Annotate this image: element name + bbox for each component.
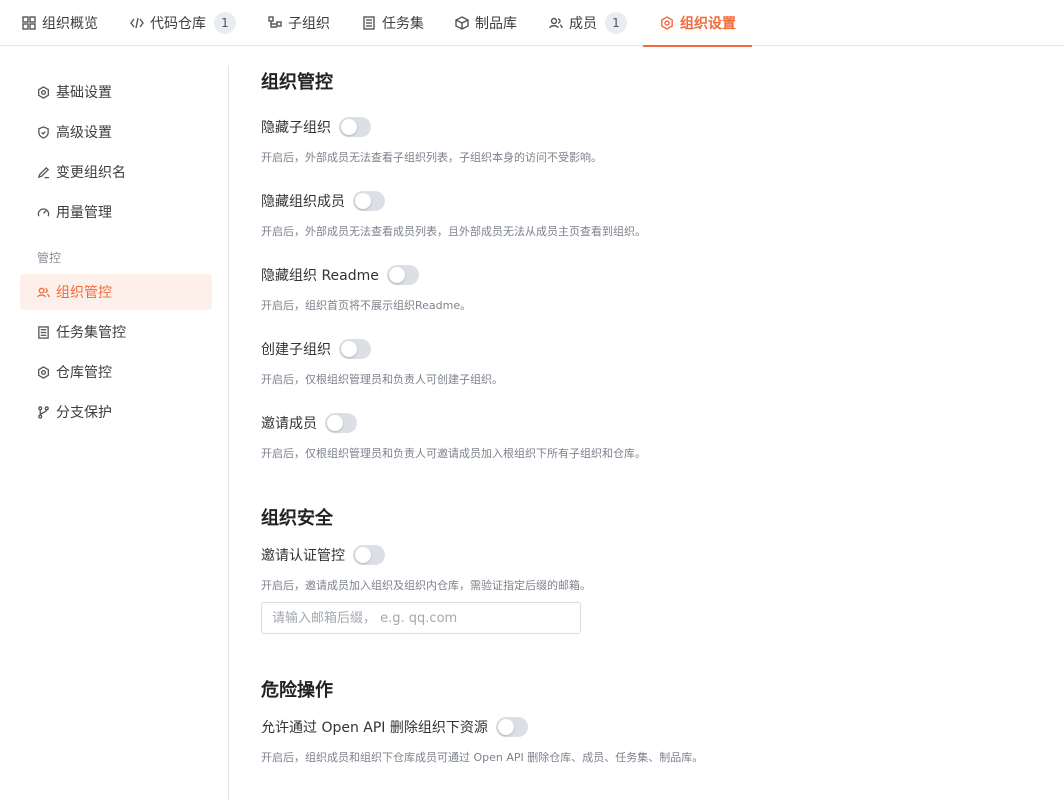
settings-icon: [38, 85, 49, 99]
sidebar-item-label: 分支保护: [56, 405, 112, 421]
settings-content: 组织管控 隐藏子组织 开启后，外部成员无法查看子组织列表，子组织本身的访问不受影…: [261, 0, 1041, 800]
section-title-org-control: 组织管控: [261, 72, 333, 93]
branch-icon: [38, 405, 49, 419]
repo-count-badge: 1: [214, 12, 236, 34]
allow-api-delete-toggle[interactable]: [495, 717, 528, 737]
setting-label-text: 隐藏组织成员: [261, 194, 345, 210]
sidebar-item-label: 仓库管控: [56, 365, 112, 381]
setting-allow-api-delete: 允许通过 Open API 删除组织下资源: [261, 716, 528, 738]
sidebar-item-label: 变更组织名: [56, 165, 126, 181]
setting-label-text: 邀请认证管控: [261, 548, 345, 564]
shield-icon: [38, 125, 49, 139]
sidebar-item-branch-protection[interactable]: 分支保护: [20, 394, 212, 430]
setting-hide-org-readme: 隐藏组织 Readme: [261, 264, 419, 286]
section-title-danger-zone: 危险操作: [261, 680, 333, 701]
setting-description: 开启后，外部成员无法查看成员列表，且外部成员无法从成员主页查看到组织。: [261, 225, 646, 238]
setting-hide-sub-orgs: 隐藏子组织: [261, 116, 371, 138]
code-icon: [130, 17, 144, 29]
setting-description: 开启后，组织成员和组织下仓库成员可通过 Open API 删除仓库、成员、任务集…: [261, 751, 704, 764]
sidebar-item-label: 任务集管控: [56, 325, 126, 341]
setting-description: 开启后，仅根组织管理员和负责人可邀请成员加入根组织下所有子组织和仓库。: [261, 447, 646, 460]
tab-label: 代码仓库: [150, 16, 206, 32]
setting-description: 开启后，组织首页将不展示组织Readme。: [261, 299, 472, 312]
setting-label-text: 允许通过 Open API 删除组织下资源: [261, 720, 488, 736]
sidebar-group-label: 管控: [37, 251, 62, 265]
setting-create-sub-org: 创建子组织: [261, 338, 371, 360]
setting-label-text: 邀请成员: [261, 416, 317, 432]
sidebar-item-task-set-control[interactable]: 任务集管控: [20, 314, 212, 350]
content-divider: [228, 66, 229, 800]
section-title-org-security: 组织安全: [261, 508, 333, 529]
sidebar-item-label: 用量管理: [56, 205, 112, 221]
create-sub-org-toggle[interactable]: [339, 339, 371, 359]
sidebar-item-rename-org[interactable]: 变更组织名: [20, 154, 212, 190]
sidebar-item-repo-control[interactable]: 仓库管控: [20, 354, 212, 390]
hide-org-readme-toggle[interactable]: [386, 265, 419, 285]
setting-description: 开启后，外部成员无法查看子组织列表，子组织本身的访问不受影响。: [261, 151, 602, 164]
setting-hide-org-members: 隐藏组织成员: [261, 190, 385, 212]
sidebar-item-label: 高级设置: [56, 125, 112, 141]
setting-label-text: 隐藏子组织: [261, 120, 331, 136]
sidebar-item-label: 组织管控: [56, 285, 112, 301]
setting-label-text: 创建子组织: [261, 342, 331, 358]
tab-code-repos[interactable]: 代码仓库 1: [130, 0, 236, 46]
setting-description: 开启后，仅根组织管理员和负责人可创建子组织。: [261, 373, 503, 386]
settings-icon: [38, 365, 49, 379]
task-list-icon: [38, 325, 49, 339]
setting-invite-members: 邀请成员: [261, 412, 357, 434]
edit-icon: [37, 166, 50, 178]
tab-org-overview[interactable]: 组织概览: [22, 0, 98, 46]
email-suffix-input[interactable]: [261, 602, 581, 634]
hide-org-members-toggle[interactable]: [353, 191, 385, 211]
setting-description: 开启后，邀请成员加入组织及组织内仓库，需验证指定后缀的邮箱。: [261, 579, 591, 592]
invite-verification-toggle[interactable]: [353, 545, 385, 565]
setting-invite-verification: 邀请认证管控: [261, 544, 385, 566]
invite-members-toggle[interactable]: [325, 413, 357, 433]
members-icon: [37, 287, 50, 297]
setting-label-text: 隐藏组织 Readme: [261, 268, 379, 284]
gauge-icon: [37, 207, 50, 216]
sidebar-item-basic-settings[interactable]: 基础设置: [20, 74, 212, 110]
tab-label: 组织概览: [42, 16, 98, 32]
hide-sub-orgs-toggle[interactable]: [339, 117, 371, 137]
grid-icon: [22, 16, 36, 30]
sidebar-item-usage[interactable]: 用量管理: [20, 194, 212, 230]
sidebar-item-label: 基础设置: [56, 85, 112, 101]
sidebar-item-advanced-settings[interactable]: 高级设置: [20, 114, 212, 150]
sidebar-item-org-control[interactable]: 组织管控: [20, 274, 212, 310]
